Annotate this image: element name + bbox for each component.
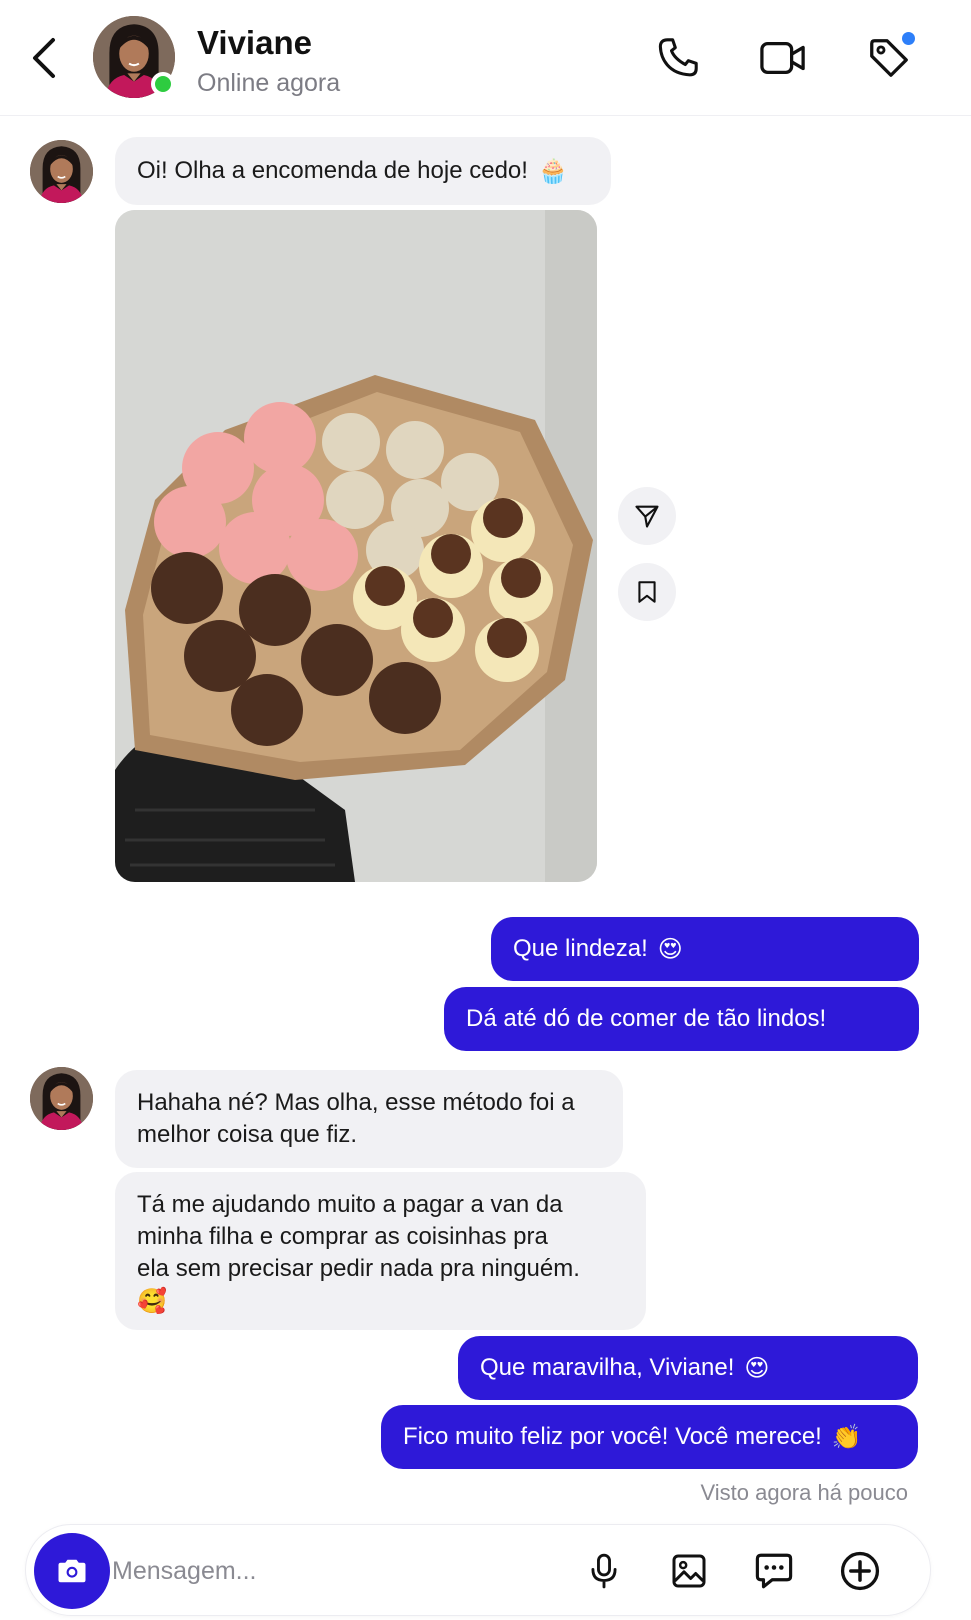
outgoing-message[interactable]: Que lindeza! 😍 xyxy=(491,917,919,981)
shared-photo[interactable] xyxy=(115,210,597,882)
phone-icon xyxy=(658,38,698,77)
contact-name[interactable]: Viviane xyxy=(197,24,312,62)
message-line: minha filha e comprar as coisinhas pra xyxy=(137,1223,548,1250)
plus-circle-icon xyxy=(840,1551,880,1591)
share-button[interactable] xyxy=(618,487,676,545)
message-input[interactable] xyxy=(112,1547,552,1595)
chat-dots-icon xyxy=(755,1553,793,1589)
cupcake-emoji: 🧁 xyxy=(537,157,568,185)
message-composer xyxy=(25,1524,931,1616)
call-button[interactable] xyxy=(650,30,706,86)
notification-dot xyxy=(902,32,915,45)
more-options-button[interactable] xyxy=(832,1543,888,1599)
heart-eyes-emoji: 😍 xyxy=(744,1354,770,1382)
save-button[interactable] xyxy=(618,563,676,621)
outgoing-message[interactable]: Dá até dó de comer de tão lindos! xyxy=(444,987,919,1051)
message-text: Dá até dó de comer de tão lindos! xyxy=(466,1005,827,1032)
video-call-button[interactable] xyxy=(755,30,811,86)
bookmark-icon xyxy=(638,581,656,603)
send-icon xyxy=(635,505,659,528)
contact-avatar[interactable] xyxy=(93,16,175,98)
smiling-hearts-emoji: 🥰 xyxy=(137,1287,167,1315)
heart-eyes-emoji: 😍 xyxy=(657,935,683,963)
online-indicator xyxy=(151,72,175,96)
message-line: Tá me ajudando muito a pagar a van da xyxy=(137,1191,563,1218)
incoming-message[interactable]: Hahaha né? Mas olha, esse método foi a m… xyxy=(115,1070,623,1168)
outgoing-message[interactable]: Fico muito feliz por você! Você merece! 👏 xyxy=(381,1405,918,1469)
tag-button[interactable] xyxy=(861,30,917,86)
seen-status: Visto agora há pouco xyxy=(700,1480,908,1505)
gallery-button[interactable] xyxy=(661,1543,717,1599)
camera-icon xyxy=(58,1559,86,1583)
chevron-left-icon xyxy=(33,38,55,78)
chat-header: Viviane Online agora xyxy=(0,0,971,116)
message-text: Fico muito feliz por você! Você merece! xyxy=(403,1423,822,1450)
message-text: Que lindeza! xyxy=(513,935,648,962)
voice-button[interactable] xyxy=(576,1543,632,1599)
clapping-emoji: 👏 xyxy=(831,1423,862,1451)
message-line: ela sem precisar pedir nada pra ninguém. xyxy=(137,1255,580,1282)
sweets-box-image xyxy=(115,210,597,882)
contact-status: Online agora xyxy=(197,69,341,97)
outgoing-message[interactable]: Que maravilha, Viviane! 😍 xyxy=(458,1336,918,1400)
camera-button[interactable] xyxy=(34,1533,110,1609)
sender-avatar[interactable] xyxy=(30,140,93,203)
incoming-message[interactable]: Oi! Olha a encomenda de hoje cedo! 🧁 xyxy=(115,137,611,205)
quick-reply-button[interactable] xyxy=(746,1543,802,1599)
image-icon xyxy=(672,1554,706,1588)
back-button[interactable] xyxy=(24,30,64,86)
sender-avatar[interactable] xyxy=(30,1067,93,1130)
message-text: Oi! Olha a encomenda de hoje cedo! xyxy=(137,157,528,184)
message-line: melhor coisa que fiz. xyxy=(137,1121,358,1148)
incoming-message[interactable]: Tá me ajudando muito a pagar a van da mi… xyxy=(115,1172,646,1330)
message-text: Que maravilha, Viviane! xyxy=(480,1354,735,1381)
microphone-icon xyxy=(591,1553,617,1589)
video-icon xyxy=(760,41,805,75)
message-line: Hahaha né? Mas olha, esse método foi a xyxy=(137,1089,575,1116)
